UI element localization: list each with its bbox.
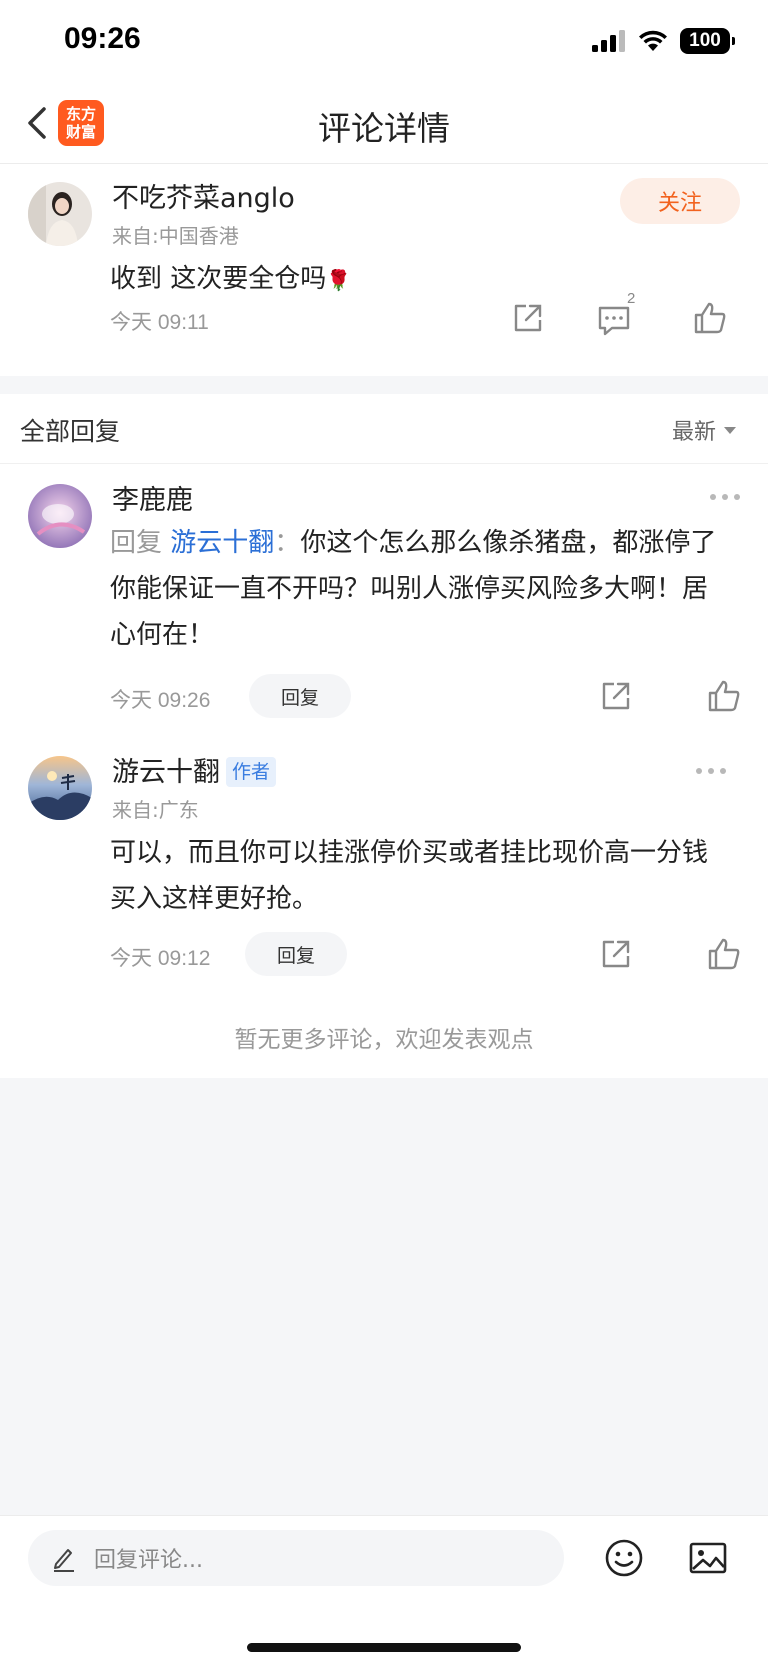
wifi-icon: [639, 30, 667, 51]
emoji-icon[interactable]: [604, 1538, 644, 1578]
username[interactable]: 不吃芥菜anglo: [112, 176, 295, 215]
reply-text: 可以，而且你可以挂涨停价买或者挂比现价高一分钱买入这样更好抢。: [110, 838, 709, 914]
input-placeholder: 回复评论...: [94, 1548, 203, 1573]
reply-button[interactable]: 回复: [249, 674, 351, 718]
like-icon[interactable]: [706, 678, 742, 714]
caret-down-icon: [724, 426, 736, 434]
battery-indicator: 100: [680, 28, 735, 54]
rose-emoji: 🌹: [326, 268, 352, 292]
reply-text: 回复 游云十翻：你这个怎么那么像杀猪盘，都涨停了 你能保证一直不开吗？叫别人涨停…: [110, 520, 730, 658]
like-icon[interactable]: [692, 300, 728, 336]
share-icon[interactable]: [510, 300, 546, 336]
status-icons: 100: [592, 28, 735, 54]
sort-label: 最新: [671, 420, 716, 445]
bottom-bar: 回复评论...: [0, 1515, 768, 1663]
replies-section: 全部回复 最新 李鹿鹿 回复 游云十翻：你这个怎么那么像杀猪盘，都涨停了 你能保…: [0, 394, 768, 1078]
page-title: 评论详情: [318, 109, 450, 148]
avatar[interactable]: [28, 484, 92, 548]
avatar[interactable]: [28, 756, 92, 820]
image-icon[interactable]: [688, 1538, 728, 1578]
reply-separator: ：: [274, 528, 301, 558]
username[interactable]: 游云十翻: [112, 757, 220, 788]
comment-text: 收到 这次要全仓吗🌹: [110, 256, 351, 303]
pencil-icon: [54, 1549, 74, 1572]
main-comment: 不吃芥菜anglo 来自:中国香港 关注 收到 这次要全仓吗🌹 今天 09:11…: [0, 164, 768, 376]
status-bar: 09:26 100: [0, 0, 768, 82]
more-options-icon[interactable]: [710, 494, 740, 504]
all-replies-title: 全部回复: [20, 417, 121, 446]
author-badge: 作者: [226, 757, 277, 787]
more-options-icon[interactable]: [696, 768, 726, 778]
share-icon[interactable]: [598, 678, 634, 714]
reply-prefix: 回复: [110, 528, 163, 558]
reply-timestamp: 今天 09:26: [110, 689, 211, 712]
comment-icon[interactable]: [596, 302, 632, 338]
replies-header: 全部回复 最新: [0, 394, 768, 464]
home-indicator: [247, 1643, 521, 1652]
avatar[interactable]: [28, 182, 92, 246]
signal-icon: [592, 30, 625, 52]
reply-button[interactable]: 回复: [245, 932, 347, 976]
end-note: 暂无更多评论，欢迎发表观点: [234, 1027, 534, 1053]
comment-count: 2: [627, 290, 636, 307]
reply-timestamp: 今天 09:12: [110, 947, 211, 970]
follow-button[interactable]: 关注: [620, 178, 740, 224]
nav-bar: 东方 财富 评论详情: [0, 82, 768, 164]
username[interactable]: 李鹿鹿: [112, 478, 193, 517]
comment-body: 收到 这次要全仓吗: [110, 264, 327, 294]
mention-link[interactable]: 游云十翻: [170, 528, 274, 558]
status-time: 09:26: [64, 22, 141, 55]
share-icon[interactable]: [598, 936, 634, 972]
location-label: 来自:中国香港: [112, 224, 239, 248]
like-icon[interactable]: [706, 936, 742, 972]
comment-timestamp: 今天 09:11: [110, 311, 209, 334]
sort-dropdown[interactable]: 最新: [672, 414, 736, 446]
location-label: 来自:广东: [112, 798, 199, 822]
username-row: 游云十翻 作者: [112, 750, 277, 789]
reply-input[interactable]: 回复评论...: [28, 1530, 564, 1586]
